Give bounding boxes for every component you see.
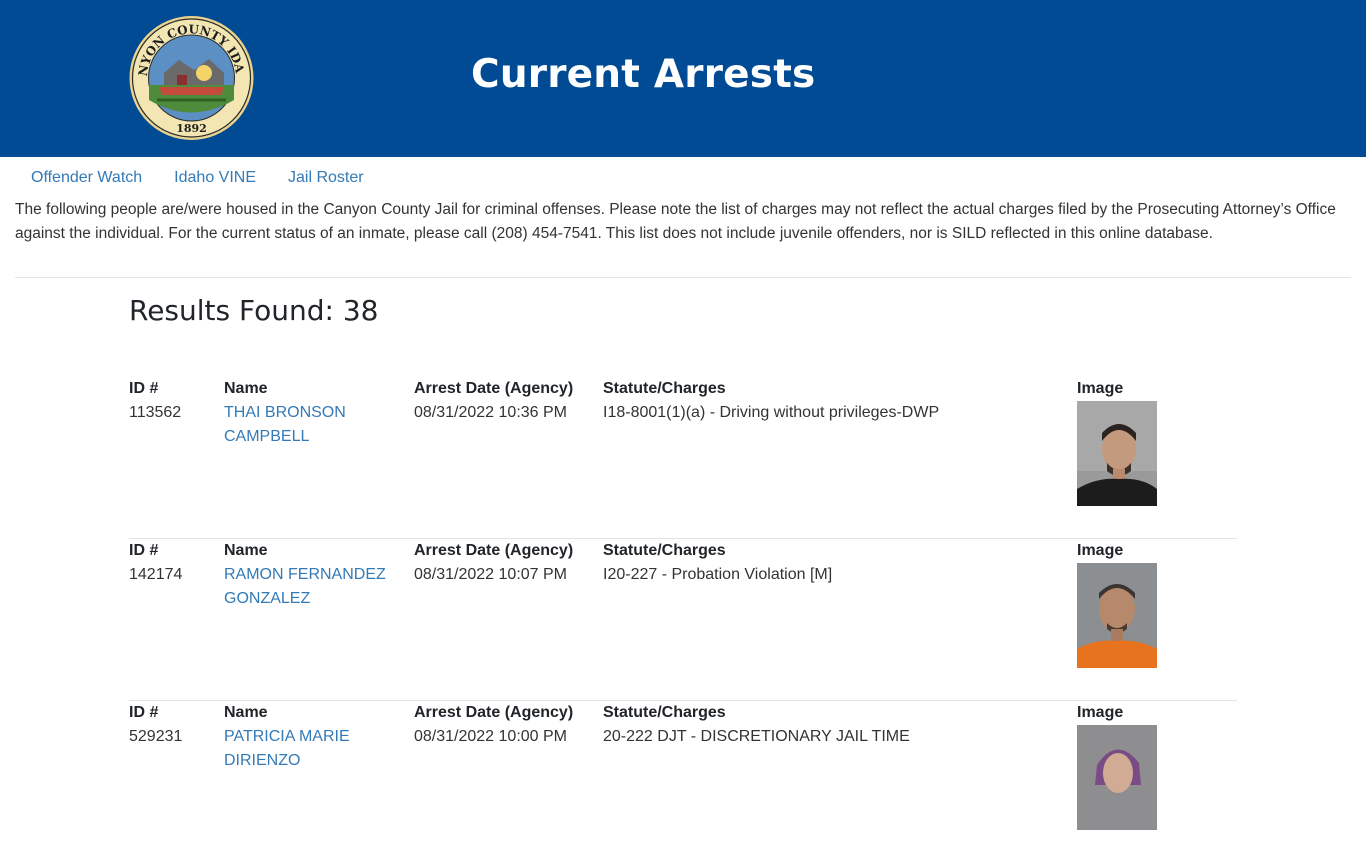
id-header: ID # xyxy=(129,380,159,397)
page-title: Current Arrests xyxy=(471,52,816,97)
top-nav: Offender Watch Idaho VINE Jail Roster xyxy=(31,168,396,190)
arrest-record: ID # 113562 Name THAI BRONSON CAMPBELL A… xyxy=(129,377,1237,539)
record-name-link[interactable]: PATRICIA MARIE DIRIENZO xyxy=(224,728,350,769)
record-id: 529231 xyxy=(129,728,183,745)
record-statute: I18-8001(1)(a) - Driving without privile… xyxy=(603,404,940,421)
date-header: Arrest Date (Agency) xyxy=(414,380,574,397)
record-id: 142174 xyxy=(129,566,183,583)
arrest-record: ID # 142174 Name RAMON FERNANDEZ GONZALE… xyxy=(129,539,1237,701)
record-id: 113562 xyxy=(129,404,182,421)
statute-column: Statute/Charges 20-222 DJT - DISCRETIONA… xyxy=(603,701,1073,749)
arrest-record: ID # 529231 Name PATRICIA MARIE DIRIENZO… xyxy=(129,701,1237,863)
statute-header: Statute/Charges xyxy=(603,380,726,397)
image-header: Image xyxy=(1077,704,1124,721)
record-name-link[interactable]: THAI BRONSON CAMPBELL xyxy=(224,404,346,445)
id-column: ID # 529231 xyxy=(129,701,219,749)
mugshot-image[interactable] xyxy=(1077,725,1157,830)
id-header: ID # xyxy=(129,704,159,721)
date-header: Arrest Date (Agency) xyxy=(414,704,574,721)
image-column: Image xyxy=(1077,701,1167,830)
record-date: 08/31/2022 10:07 PM xyxy=(414,566,568,583)
nav-jail-roster-link[interactable]: Jail Roster xyxy=(288,168,364,190)
id-column: ID # 113562 xyxy=(129,377,219,425)
mugshot-image[interactable] xyxy=(1077,563,1157,668)
name-header: Name xyxy=(224,542,268,559)
image-column: Image xyxy=(1077,539,1167,668)
name-column: Name PATRICIA MARIE DIRIENZO xyxy=(224,701,399,773)
divider xyxy=(15,277,1351,278)
name-column: Name THAI BRONSON CAMPBELL xyxy=(224,377,399,449)
intro-text: The following people are/were housed in … xyxy=(15,201,1336,242)
statute-column: Statute/Charges I20-227 - Probation Viol… xyxy=(603,539,1073,587)
county-seal-logo: CANYON COUNTY IDAHO 1892 xyxy=(129,15,254,140)
statute-header: Statute/Charges xyxy=(603,542,726,559)
svg-text:1892: 1892 xyxy=(176,122,207,135)
name-header: Name xyxy=(224,704,268,721)
date-column: Arrest Date (Agency) 08/31/2022 10:00 PM xyxy=(414,701,599,749)
record-statute: 20-222 DJT - DISCRETIONARY JAIL TIME xyxy=(603,728,910,745)
results-count: Results Found: 38 xyxy=(129,294,379,327)
id-column: ID # 142174 xyxy=(129,539,219,587)
mugshot-image[interactable] xyxy=(1077,401,1157,506)
image-header: Image xyxy=(1077,542,1124,559)
date-column: Arrest Date (Agency) 08/31/2022 10:36 PM xyxy=(414,377,599,425)
name-column: Name RAMON FERNANDEZ GONZALEZ xyxy=(224,539,399,611)
statute-column: Statute/Charges I18-8001(1)(a) - Driving… xyxy=(603,377,1073,425)
page-header: CANYON COUNTY IDAHO 1892 Current Arrests xyxy=(0,0,1366,157)
name-header: Name xyxy=(224,380,268,397)
image-column: Image xyxy=(1077,377,1167,506)
date-column: Arrest Date (Agency) 08/31/2022 10:07 PM xyxy=(414,539,599,587)
date-header: Arrest Date (Agency) xyxy=(414,542,574,559)
record-statute: I20-227 - Probation Violation [M] xyxy=(603,566,833,583)
nav-offender-watch-link[interactable]: Offender Watch xyxy=(31,168,142,190)
record-date: 08/31/2022 10:00 PM xyxy=(414,728,568,745)
image-header: Image xyxy=(1077,380,1124,397)
statute-header: Statute/Charges xyxy=(603,704,726,721)
record-name-link[interactable]: RAMON FERNANDEZ GONZALEZ xyxy=(224,566,386,607)
id-header: ID # xyxy=(129,542,159,559)
record-date: 08/31/2022 10:36 PM xyxy=(414,404,568,421)
nav-idaho-vine-link[interactable]: Idaho VINE xyxy=(174,168,256,190)
